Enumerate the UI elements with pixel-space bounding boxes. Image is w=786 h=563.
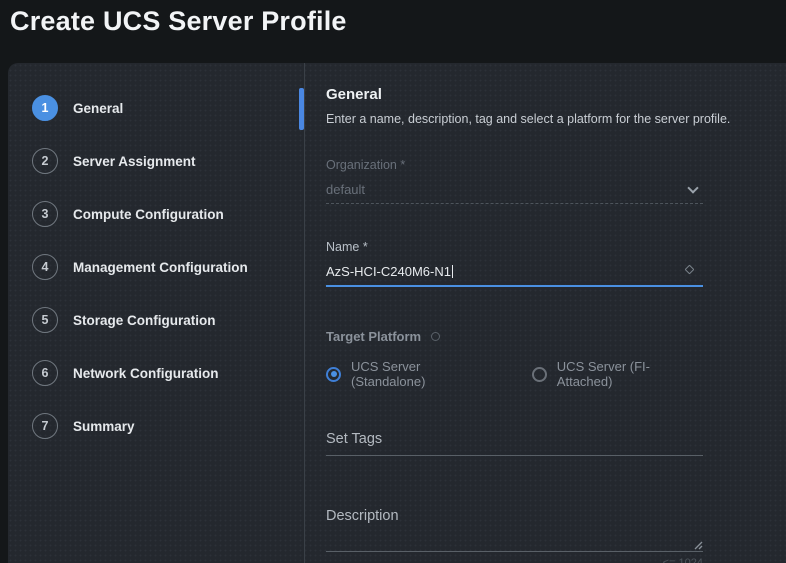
step-summary[interactable]: 7 Summary <box>32 413 304 439</box>
step-server-assignment[interactable]: 2 Server Assignment <box>32 148 304 174</box>
name-input-value: AzS-HCI-C240M6-N1 <box>326 264 451 279</box>
step-label: Server Assignment <box>73 153 196 169</box>
radio-icon <box>531 366 547 382</box>
help-circle-icon <box>431 332 441 341</box>
set-tags-input[interactable]: Set Tags <box>326 431 703 456</box>
step-label: Management Configuration <box>73 259 248 275</box>
target-platform-options: UCS Server (Standalone) UCS Server (FI-A… <box>326 359 703 389</box>
wizard-steps-sidebar: 1 General 2 Server Assignment 3 Compute … <box>8 63 304 563</box>
target-platform-group: Target Platform UCS Server (Standalone) … <box>326 329 703 389</box>
radio-label: UCS Server (FI-Attached) <box>556 359 650 389</box>
step-number-badge: 3 <box>32 201 58 227</box>
step-label: Network Configuration <box>73 365 219 381</box>
radio-ucs-server-fi-attached[interactable]: UCS Server (FI-Attached) <box>531 359 703 389</box>
step-management-configuration[interactable]: 4 Management Configuration <box>32 254 304 280</box>
step-label: Storage Configuration <box>73 312 216 328</box>
resize-handle-icon[interactable] <box>692 539 703 550</box>
step-storage-configuration[interactable]: 5 Storage Configuration <box>32 307 304 333</box>
name-field: Name * AzS-HCI-C240M6-N1 <box>326 240 703 287</box>
organization-label: Organization * <box>326 158 406 172</box>
set-tags-field: Set Tags <box>326 431 703 456</box>
step-content: General Enter a name, description, tag a… <box>305 63 786 563</box>
description-textarea-body[interactable] <box>326 524 703 552</box>
page-title: Create UCS Server Profile <box>10 6 347 36</box>
max-length-hint: <= 1024 <box>662 557 703 563</box>
description-textarea[interactable]: Description <box>326 508 703 524</box>
radio-label: UCS Server (Standalone) <box>351 359 426 389</box>
wizard-panel: 1 General 2 Server Assignment 3 Compute … <box>8 63 786 563</box>
target-platform-label: Target Platform <box>326 329 422 344</box>
step-label: Summary <box>73 418 135 434</box>
step-number-badge: 6 <box>32 360 58 386</box>
organization-select[interactable]: default <box>326 172 703 204</box>
step-number-badge: 5 <box>32 307 58 333</box>
step-number-badge: 4 <box>32 254 58 280</box>
description-field: Description <= 1024 <box>326 508 703 563</box>
step-compute-configuration[interactable]: 3 Compute Configuration <box>32 201 304 227</box>
section-subtitle: Enter a name, description, tag and selec… <box>326 112 731 126</box>
active-step-indicator <box>299 88 304 130</box>
section-heading: General <box>326 86 382 103</box>
step-general[interactable]: 1 General <box>32 95 304 121</box>
step-label: Compute Configuration <box>73 206 224 222</box>
step-label: General <box>73 100 124 116</box>
text-caret <box>451 265 453 278</box>
name-label: Name * <box>326 240 368 254</box>
radio-icon <box>326 366 341 382</box>
step-number-badge: 1 <box>32 95 58 121</box>
step-number-badge: 7 <box>32 413 58 439</box>
step-number-badge: 2 <box>32 148 58 174</box>
name-input[interactable]: AzS-HCI-C240M6-N1 <box>326 254 703 287</box>
radio-ucs-server-standalone[interactable]: UCS Server (Standalone) <box>326 359 496 389</box>
step-network-configuration[interactable]: 6 Network Configuration <box>32 360 304 386</box>
organization-field: Organization * default <box>326 158 703 204</box>
